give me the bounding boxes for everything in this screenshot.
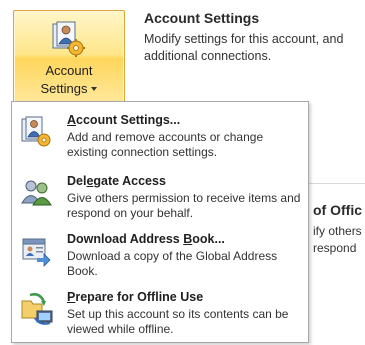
menu-item-description: Set up this account so its contents can …: [67, 307, 289, 336]
outlook-backstage: Account Settings Account Settings Modify…: [0, 0, 365, 345]
dropdown-caret-icon: [91, 87, 98, 91]
menu-item-description: Add and remove accounts or change existi…: [67, 130, 264, 159]
delegate-access-icon: [20, 176, 54, 210]
menu-item-download-address-book[interactable]: Download Address Book... Download a copy…: [12, 230, 308, 288]
account-settings-button[interactable]: Account Settings: [13, 10, 125, 103]
menu-item-title: Download Address Book...: [67, 232, 225, 246]
account-settings-icon: [20, 115, 54, 149]
background-divider: [300, 183, 365, 184]
menu-item-account-settings[interactable]: Account Settings... Add and remove accou…: [12, 111, 308, 169]
background-heading: of Offic: [313, 202, 362, 218]
account-settings-icon: [50, 21, 88, 59]
section-description: Modify settings for this account, and ad…: [144, 32, 344, 63]
menu-item-delegate-access[interactable]: Delegate Access Give others permission t…: [12, 172, 308, 230]
menu-item-title: Account Settings...: [67, 113, 181, 127]
menu-item-description: Give others permission to receive items …: [67, 191, 301, 220]
account-settings-label-line2-text: Settings: [40, 81, 88, 96]
menu-item-title: Prepare for Offline Use: [67, 290, 204, 304]
account-settings-dropdown-menu: Account Settings... Add and remove accou…: [11, 101, 309, 343]
background-text-line: ify others: [313, 224, 362, 238]
section-title: Account Settings: [144, 10, 260, 26]
account-settings-label-line1: Account: [45, 63, 93, 78]
address-book-icon: [20, 234, 54, 268]
menu-item-prepare-offline[interactable]: Prepare for Offline Use Set up this acco…: [12, 288, 308, 345]
background-text-line: respond: [313, 241, 357, 255]
menu-item-title: Delegate Access: [67, 174, 166, 188]
account-settings-label-line2: Settings: [14, 81, 124, 96]
menu-item-description: Download a copy of the Global Address Bo…: [67, 249, 278, 278]
offline-sync-icon: [20, 292, 54, 326]
